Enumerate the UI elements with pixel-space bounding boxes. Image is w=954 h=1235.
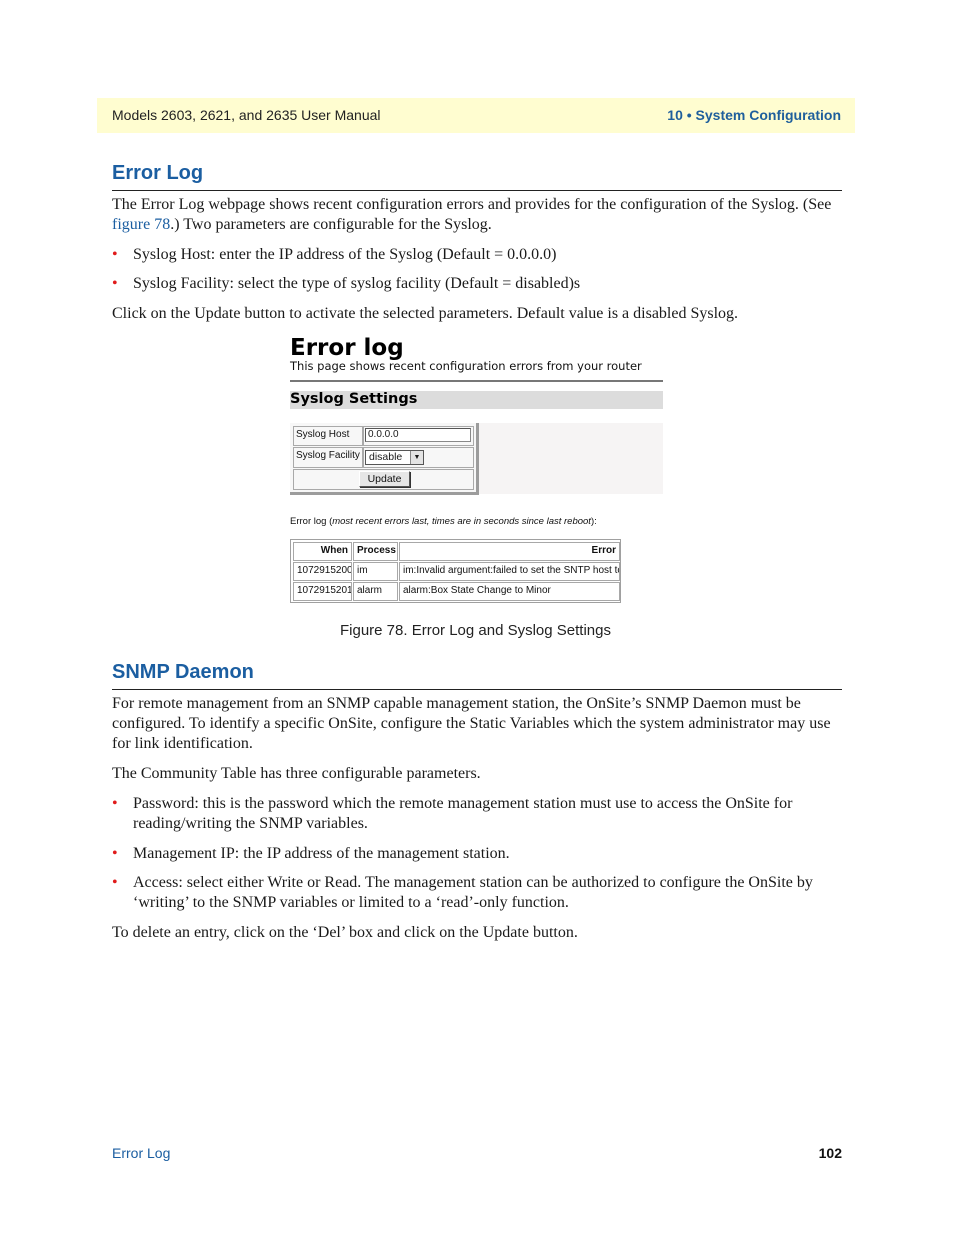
section-title-error-log: Error Log <box>112 162 204 184</box>
error-log-intro: The Error Log webpage shows recent confi… <box>112 196 832 233</box>
syslog-settings-band: Syslog Settings <box>290 391 663 409</box>
table-cell-process: im <box>353 562 398 581</box>
chevron-down-icon[interactable]: ▼ <box>410 451 423 464</box>
table-cell-error: im:Invalid argument:failed to set the SN… <box>399 562 620 581</box>
snmp-closing: To delete an entry, click on the ‘Del’ b… <box>112 924 578 941</box>
web-page-title: Error log <box>290 335 404 361</box>
chapter-title: 10 • System Configuration <box>667 107 841 123</box>
bullet-syslog-facility: • Syslog Facility: select the type of sys… <box>112 275 581 292</box>
bullet-password: • Password: this is the password which th… <box>112 795 793 832</box>
section-title-snmp-daemon: SNMP Daemon <box>112 661 254 683</box>
column-header-process: Process <box>353 542 398 561</box>
syslog-settings-heading: Syslog Settings <box>290 391 418 407</box>
syslog-host-input[interactable]: 0.0.0.0 <box>365 428 471 442</box>
bullet-icon: • <box>112 874 118 891</box>
bullet-management-ip: • Management IP: the IP address of the ma… <box>112 845 510 862</box>
syslog-form-area: Syslog Host 0.0.0.0 Syslog Facility disa… <box>290 423 663 495</box>
syslog-facility-select[interactable]: disable ▼ <box>365 450 424 465</box>
table-cell-process: alarm <box>353 582 398 601</box>
section-rule <box>112 190 842 191</box>
table-cell-when: 1072915201 <box>293 582 352 601</box>
syslog-host-label: Syslog Host <box>293 426 363 446</box>
bullet-syslog-host: • Syslog Host: enter the IP address of th… <box>112 246 557 263</box>
error-log-closing: Click on the Update button to activate t… <box>112 305 739 322</box>
web-page-rule <box>290 380 663 382</box>
column-header-error: Error <box>399 542 620 561</box>
syslog-form: Syslog Host 0.0.0.0 Syslog Facility disa… <box>290 423 479 495</box>
syslog-facility-label: Syslog Facility <box>293 447 363 468</box>
table-cell-when: 1072915200 <box>293 562 352 581</box>
snmp-community: The Community Table has three configurab… <box>112 765 481 782</box>
footer-section-name: Error Log <box>112 1145 171 1161</box>
error-log-caption: Error log (most recent errors last, time… <box>290 516 597 527</box>
bullet-icon: • <box>112 845 118 862</box>
table-cell-error: alarm:Box State Change to Minor <box>399 582 620 601</box>
section-rule <box>112 689 842 690</box>
bullet-icon: • <box>112 795 118 812</box>
snmp-intro: For remote management from an SNMP capab… <box>112 695 831 752</box>
error-log-table: When Process Error 1072915200 im im:Inva… <box>290 539 621 603</box>
bullet-icon: • <box>112 246 118 263</box>
bullet-access: • Access: select either Write or Read. Th… <box>112 874 813 911</box>
bullet-icon: • <box>112 275 118 292</box>
update-button[interactable]: Update <box>359 471 410 487</box>
web-page-subtitle: This page shows recent configuration err… <box>290 359 642 373</box>
figure-78-link[interactable]: figure 78 <box>112 216 170 233</box>
manual-title: Models 2603, 2621, and 2635 User Manual <box>112 107 381 123</box>
column-header-when: When <box>293 542 352 561</box>
page-number: 102 <box>818 1145 842 1161</box>
running-header: Models 2603, 2621, and 2635 User Manual … <box>97 98 855 133</box>
figure-caption: Figure 78. Error Log and Syslog Settings <box>340 622 611 639</box>
